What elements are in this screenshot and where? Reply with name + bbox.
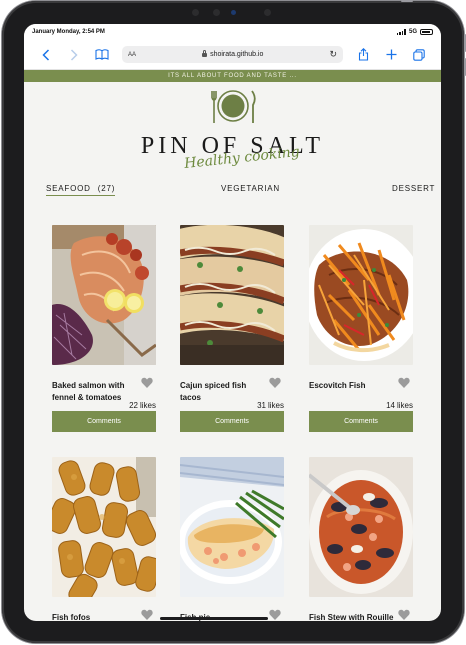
bookmarks-button[interactable] (88, 49, 116, 60)
new-tab-button[interactable] (377, 49, 405, 60)
recipe-card: Fish pie (180, 457, 284, 621)
heart-icon[interactable] (141, 609, 153, 621)
tabs-icon (413, 48, 425, 61)
tabs-button[interactable] (405, 48, 433, 61)
heart-icon[interactable] (398, 609, 410, 621)
recipe-photo[interactable] (180, 457, 284, 597)
network-label: 5G (408, 29, 417, 35)
top-button (401, 0, 413, 2)
browser-toolbar: AA shoirata.github.io ↻ (24, 40, 441, 70)
home-indicator[interactable] (160, 617, 268, 620)
recipe-photo[interactable] (52, 457, 156, 597)
tab-vegetarian[interactable]: VEGETARIAN (221, 184, 280, 193)
share-button[interactable] (349, 48, 377, 61)
battery-icon (420, 29, 433, 35)
recipe-title[interactable]: Fish fofos (52, 612, 140, 621)
chevron-right-icon (70, 48, 78, 61)
recipe-photo[interactable] (180, 225, 284, 365)
heart-icon[interactable] (269, 377, 281, 389)
recipe-title[interactable]: Baked salmon with fennel & tomatoes (52, 380, 140, 404)
comments-button[interactable]: Comments (309, 411, 413, 432)
text-size-button[interactable]: AA (128, 52, 136, 58)
address-bar[interactable]: AA shoirata.github.io ↻ (122, 46, 343, 63)
plus-icon (386, 49, 396, 60)
signal-icon (396, 29, 406, 35)
recipe-card: Cajun spiced fish tacos 31 likes Comments (180, 225, 284, 432)
category-nav: SEAFOOD (27) VEGETARIAN DESSERT (24, 182, 441, 206)
plate-icon (211, 90, 256, 123)
likes-count: 14 likes (386, 401, 413, 410)
url-text: shoirata.github.io (210, 51, 264, 58)
seafood-count: (27) (97, 184, 116, 193)
comments-button[interactable]: Comments (52, 411, 156, 432)
heart-icon[interactable] (269, 609, 281, 621)
lock-icon (202, 49, 208, 57)
back-button[interactable] (32, 48, 60, 61)
recipe-card: Baked salmon with fennel & tomatoes 22 li… (52, 225, 156, 432)
likes-count: 22 likes (129, 401, 156, 410)
recipe-title[interactable]: Cajun spiced fish tacos (180, 380, 268, 404)
camera-sensor (264, 9, 271, 16)
book-icon (95, 49, 109, 60)
recipe-photo[interactable] (52, 225, 156, 365)
recipe-photo[interactable] (309, 457, 413, 597)
recipe-photo[interactable] (309, 225, 413, 365)
reload-icon[interactable]: ↻ (329, 49, 337, 60)
recipe-card: Fish fofos (52, 457, 156, 621)
recipe-card: Escovitch Fish 14 likes Comments (309, 225, 413, 432)
comments-button[interactable]: Comments (180, 411, 284, 432)
top-banner: ITS ALL ABOUT FOOD AND TASTE ... (24, 70, 441, 82)
recipe-card: Fish Stew with Rouille (309, 457, 413, 621)
forward-button[interactable] (60, 48, 88, 61)
status-bar: January Monday, 2:54 PM 5G (24, 24, 441, 40)
recipe-title[interactable]: Escovitch Fish (309, 380, 397, 392)
heart-icon[interactable] (398, 377, 410, 389)
site-logo[interactable]: PIN OF SALT Healthy cooking (24, 82, 441, 182)
screen: January Monday, 2:54 PM 5G AA shoirata.g… (24, 24, 441, 621)
front-camera (231, 10, 236, 15)
camera-sensor (213, 9, 220, 16)
likes-count: 31 likes (257, 401, 284, 410)
tab-seafood[interactable]: SEAFOOD (27) (46, 184, 116, 196)
share-icon (358, 48, 368, 61)
camera-sensor (192, 9, 199, 16)
chevron-left-icon (42, 48, 50, 61)
recipe-title[interactable]: Fish Stew with Rouille (309, 612, 397, 621)
status-time: January Monday, 2:54 PM (32, 29, 105, 35)
tab-dessert[interactable]: DESSERT (392, 184, 435, 193)
heart-icon[interactable] (141, 377, 153, 389)
